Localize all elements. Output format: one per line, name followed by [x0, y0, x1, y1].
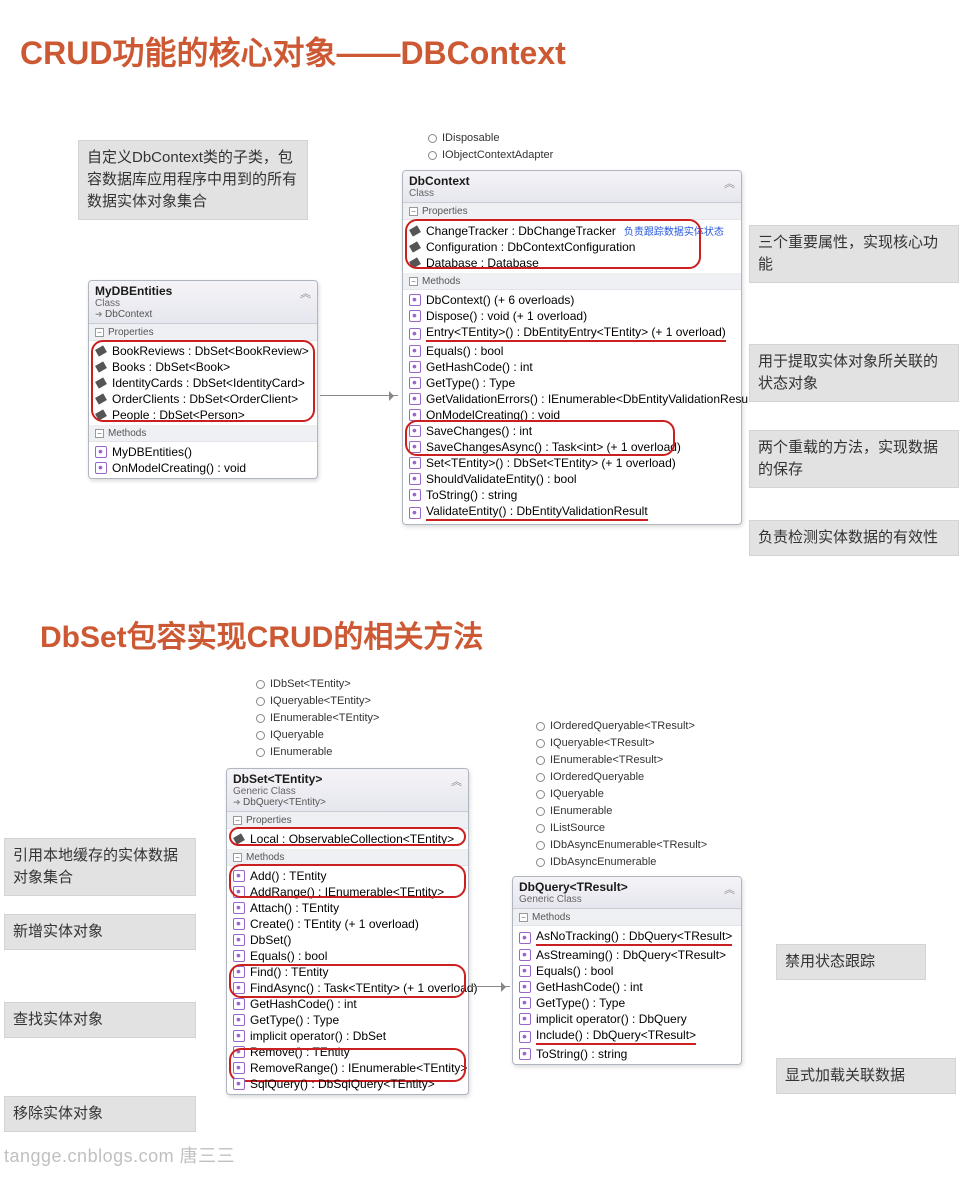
callout-find: 查找实体对象 — [4, 1002, 196, 1038]
uml-dbcontext: DbContext Class ︽ −Properties ChangeTrac… — [402, 170, 742, 525]
footer-watermark: tangge.cnblogs.com 唐三三 — [4, 1142, 235, 1168]
interfaces-dbquery: IOrderedQueryable<TResult> IQueryable<TR… — [536, 718, 707, 871]
uml-mydbentities: MyDBEntities Class DbContext ︽ −Properti… — [88, 280, 318, 479]
callout-savechanges: 两个重载的方法，实现数据的保存 — [749, 430, 959, 488]
callout-local: 引用本地缓存的实体数据对象集合 — [4, 838, 196, 896]
inheritance-arrow — [320, 395, 398, 396]
uml-head: MyDBEntities Class DbContext ︽ — [89, 281, 317, 324]
highlight-underline — [426, 519, 648, 521]
iface: IObjectContextAdapter — [442, 147, 553, 164]
iface: IDisposable — [442, 130, 499, 147]
uml-dbquery: DbQuery<TResult> Generic Class ︽ −Method… — [512, 876, 742, 1065]
highlight-underline — [536, 1043, 696, 1045]
highlight-underline — [536, 944, 732, 946]
interfaces-dbset: IDbSet<TEntity> IQueryable<TEntity> IEnu… — [256, 676, 379, 761]
callout-remove: 移除实体对象 — [4, 1096, 196, 1132]
title-crud-dbcontext: CRUD功能的核心对象——DBContext — [20, 28, 566, 74]
callout-entry: 用于提取实体对象所关联的状态对象 — [749, 344, 959, 402]
uml-dbset: DbSet<TEntity> Generic Class DbQuery<TEn… — [226, 768, 469, 1095]
annotation-tracker: 负责跟踪数据实体状态 — [624, 223, 724, 238]
chevron-icon: ︽ — [451, 773, 462, 789]
callout-include: 显式加载关联数据 — [776, 1058, 956, 1094]
interfaces-dbcontext: IDisposable IObjectContextAdapter — [428, 130, 553, 164]
inheritance-arrow — [470, 986, 510, 987]
highlight-underline — [426, 340, 726, 342]
callout-three-props: 三个重要属性，实现核心功能 — [749, 225, 959, 283]
callout-asnotracking: 禁用状态跟踪 — [776, 944, 926, 980]
callout-add: 新增实体对象 — [4, 914, 196, 950]
chevron-icon: ︽ — [724, 881, 735, 897]
chevron-icon: ︽ — [724, 175, 735, 191]
title-dbset-methods: DbSet包容实现CRUD的相关方法 — [40, 612, 483, 656]
callout-custom-dbcontext: 自定义DbContext类的子类，包容数据库应用程序中用到的所有数据实体对象集合 — [78, 140, 308, 220]
callout-validate: 负责检测实体数据的有效性 — [749, 520, 959, 556]
chevron-icon: ︽ — [300, 285, 311, 301]
